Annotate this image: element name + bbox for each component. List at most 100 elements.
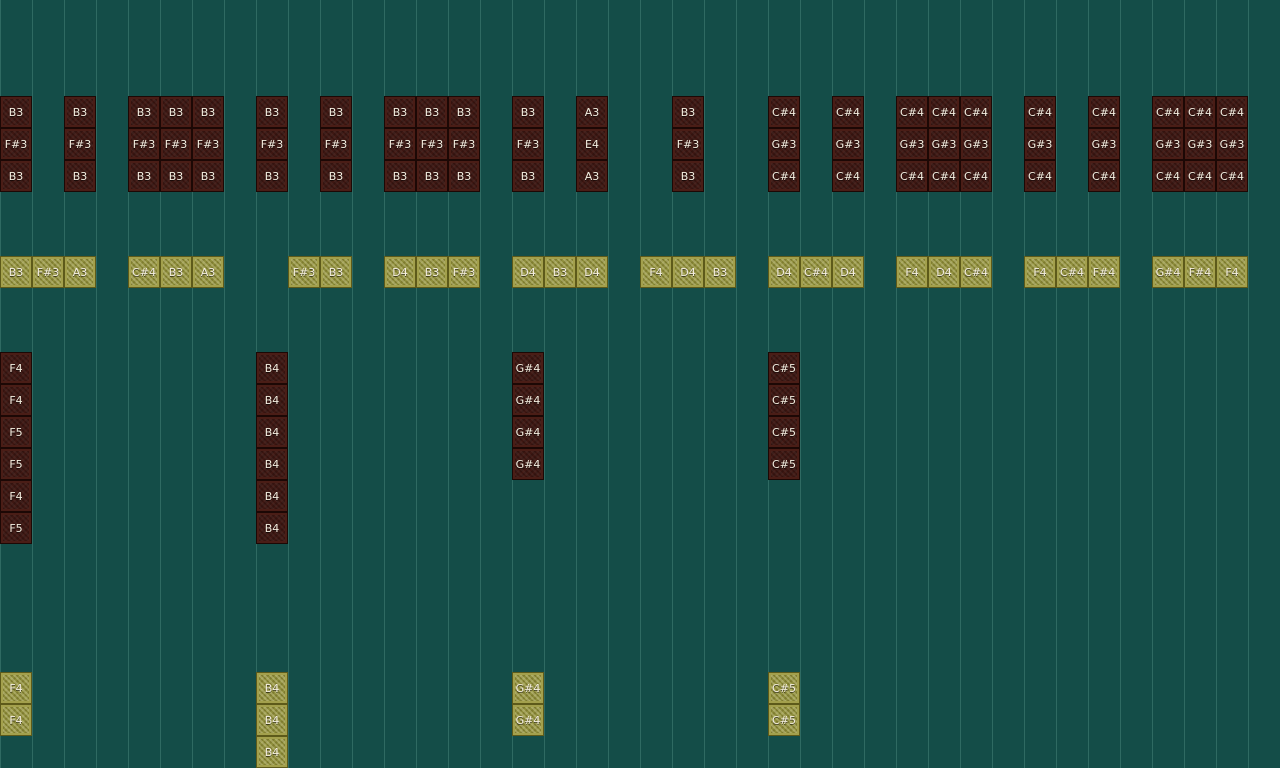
redstone-note-block[interactable]: C#4	[1088, 160, 1120, 192]
gold-note-block[interactable]: B3	[544, 256, 576, 288]
redstone-note-block[interactable]: G#3	[960, 128, 992, 160]
redstone-note-block[interactable]: C#4	[896, 160, 928, 192]
gold-note-block[interactable]: G#4	[512, 672, 544, 704]
redstone-note-block[interactable]: G#4	[512, 416, 544, 448]
gold-note-block[interactable]: C#4	[1056, 256, 1088, 288]
redstone-note-block[interactable]: G#4	[512, 352, 544, 384]
gold-note-block[interactable]: B3	[320, 256, 352, 288]
gold-note-block[interactable]: D4	[512, 256, 544, 288]
redstone-note-block[interactable]: B4	[256, 512, 288, 544]
gold-note-block[interactable]: A3	[64, 256, 96, 288]
redstone-note-block[interactable]: B3	[0, 160, 32, 192]
redstone-note-block[interactable]: B3	[672, 160, 704, 192]
gold-note-block[interactable]: C#5	[768, 672, 800, 704]
redstone-note-block[interactable]: C#4	[1024, 96, 1056, 128]
redstone-note-block[interactable]: G#3	[928, 128, 960, 160]
gold-note-block[interactable]: C#5	[768, 704, 800, 736]
gold-note-block[interactable]: B3	[416, 256, 448, 288]
redstone-note-block[interactable]: B3	[256, 160, 288, 192]
redstone-note-block[interactable]: B3	[160, 96, 192, 128]
redstone-note-block[interactable]: F#3	[192, 128, 224, 160]
redstone-note-block[interactable]: G#3	[1024, 128, 1056, 160]
redstone-note-block[interactable]: B3	[416, 96, 448, 128]
redstone-note-block[interactable]: F#3	[512, 128, 544, 160]
redstone-note-block[interactable]: A3	[576, 96, 608, 128]
gold-note-block[interactable]: A3	[192, 256, 224, 288]
redstone-note-block[interactable]: G#3	[1152, 128, 1184, 160]
redstone-note-block[interactable]: B4	[256, 352, 288, 384]
redstone-note-block[interactable]: C#4	[1152, 96, 1184, 128]
redstone-note-block[interactable]: C#4	[832, 96, 864, 128]
redstone-note-block[interactable]: C#4	[1184, 160, 1216, 192]
redstone-note-block[interactable]: C#4	[1088, 96, 1120, 128]
redstone-note-block[interactable]: F#3	[160, 128, 192, 160]
redstone-note-block[interactable]: C#5	[768, 416, 800, 448]
redstone-note-block[interactable]: B3	[512, 96, 544, 128]
gold-note-block[interactable]: F#3	[448, 256, 480, 288]
redstone-note-block[interactable]: B3	[64, 160, 96, 192]
redstone-note-block[interactable]: C#4	[768, 96, 800, 128]
redstone-note-block[interactable]: B3	[416, 160, 448, 192]
gold-note-block[interactable]: F4	[896, 256, 928, 288]
redstone-note-block[interactable]: B3	[192, 160, 224, 192]
redstone-note-block[interactable]: B3	[160, 160, 192, 192]
redstone-note-block[interactable]: F#3	[256, 128, 288, 160]
redstone-note-block[interactable]: F#3	[416, 128, 448, 160]
gold-note-block[interactable]: C#4	[960, 256, 992, 288]
gold-note-block[interactable]: C#4	[800, 256, 832, 288]
redstone-note-block[interactable]: B3	[128, 96, 160, 128]
gold-note-block[interactable]: G#4	[512, 704, 544, 736]
redstone-note-block[interactable]: F5	[0, 416, 32, 448]
redstone-note-block[interactable]: B4	[256, 416, 288, 448]
redstone-note-block[interactable]: B3	[320, 160, 352, 192]
redstone-note-block[interactable]: G#4	[512, 448, 544, 480]
redstone-note-block[interactable]: B3	[320, 96, 352, 128]
redstone-note-block[interactable]: G#3	[1216, 128, 1248, 160]
redstone-note-block[interactable]: B3	[512, 160, 544, 192]
redstone-note-block[interactable]: F4	[0, 384, 32, 416]
redstone-note-block[interactable]: F4	[0, 352, 32, 384]
gold-note-block[interactable]: B4	[256, 672, 288, 704]
gold-note-block[interactable]: F#4	[1184, 256, 1216, 288]
redstone-note-block[interactable]: F#3	[128, 128, 160, 160]
redstone-note-block[interactable]: F#3	[384, 128, 416, 160]
redstone-note-block[interactable]: F#3	[672, 128, 704, 160]
redstone-note-block[interactable]: C#4	[1024, 160, 1056, 192]
redstone-note-block[interactable]: A3	[576, 160, 608, 192]
gold-note-block[interactable]: B3	[0, 256, 32, 288]
gold-note-block[interactable]: D4	[768, 256, 800, 288]
gold-note-block[interactable]: B4	[256, 704, 288, 736]
redstone-note-block[interactable]: B4	[256, 480, 288, 512]
redstone-note-block[interactable]: B3	[448, 160, 480, 192]
redstone-note-block[interactable]: E4	[576, 128, 608, 160]
gold-note-block[interactable]: D4	[384, 256, 416, 288]
redstone-note-block[interactable]: F#3	[0, 128, 32, 160]
gold-note-block[interactable]: D4	[832, 256, 864, 288]
redstone-note-block[interactable]: B3	[384, 160, 416, 192]
redstone-note-block[interactable]: G#3	[896, 128, 928, 160]
gold-note-block[interactable]: F4	[0, 704, 32, 736]
gold-note-block[interactable]: F4	[0, 672, 32, 704]
redstone-note-block[interactable]: G#3	[832, 128, 864, 160]
redstone-note-block[interactable]: C#4	[1152, 160, 1184, 192]
redstone-note-block[interactable]: F#3	[448, 128, 480, 160]
redstone-note-block[interactable]: C#4	[928, 160, 960, 192]
redstone-note-block[interactable]: B3	[672, 96, 704, 128]
redstone-note-block[interactable]: F4	[0, 480, 32, 512]
redstone-note-block[interactable]: B3	[128, 160, 160, 192]
gold-note-block[interactable]: D4	[928, 256, 960, 288]
gold-note-block[interactable]: F#3	[32, 256, 64, 288]
gold-note-block[interactable]: F4	[640, 256, 672, 288]
gold-note-block[interactable]: C#4	[128, 256, 160, 288]
gold-note-block[interactable]: D4	[672, 256, 704, 288]
gold-note-block[interactable]: B3	[160, 256, 192, 288]
gold-note-block[interactable]: D4	[576, 256, 608, 288]
redstone-note-block[interactable]: B3	[256, 96, 288, 128]
gold-note-block[interactable]: B3	[704, 256, 736, 288]
redstone-note-block[interactable]: C#5	[768, 352, 800, 384]
redstone-note-block[interactable]: C#5	[768, 448, 800, 480]
redstone-note-block[interactable]: C#4	[768, 160, 800, 192]
redstone-note-block[interactable]: C#4	[1216, 160, 1248, 192]
gold-note-block[interactable]: F4	[1024, 256, 1056, 288]
redstone-note-block[interactable]: B3	[0, 96, 32, 128]
